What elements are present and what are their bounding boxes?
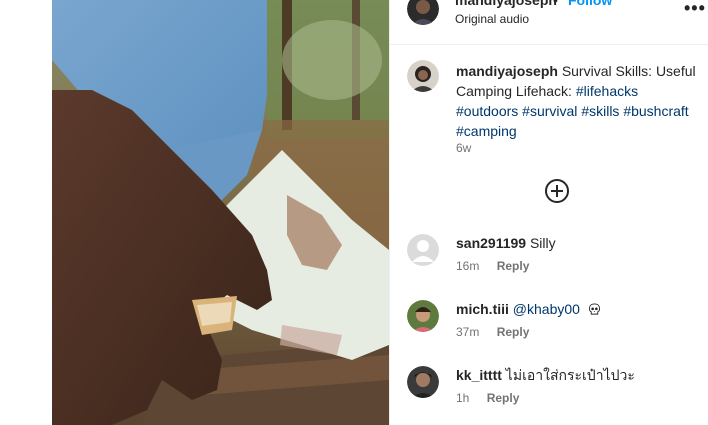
hashtag-link[interactable]: #bushcraft [623, 103, 688, 119]
profile-photo [407, 0, 439, 25]
page-margin [0, 0, 52, 425]
commenter-username[interactable]: san291199 [456, 235, 526, 251]
post-caption: mandiyajoseph Survival Skills: Useful Ca… [456, 61, 696, 141]
comment-body: san291199 Silly [456, 234, 556, 252]
skull-emoji-icon [588, 303, 600, 315]
follow-button[interactable]: Follow [568, 0, 612, 8]
comment-meta: 37m Reply [456, 325, 529, 339]
reply-button[interactable]: Reply [487, 391, 520, 405]
comment-time[interactable]: 37m [456, 325, 479, 339]
profile-photo [407, 366, 439, 398]
hashtag-link[interactable]: #lifehacks [576, 83, 638, 99]
mention-link[interactable]: @khaby00 [513, 301, 580, 317]
caption-timestamp[interactable]: 6w [456, 141, 471, 155]
reel-video[interactable] [52, 0, 389, 425]
hashtag-link[interactable]: #skills [581, 103, 619, 119]
comment-item: san291199 Silly 16m Reply [390, 234, 708, 290]
hashtag-link[interactable]: #camping [456, 123, 517, 139]
more-options-icon[interactable]: ••• [684, 0, 706, 19]
post-side-panel: mandiyajoseph • Follow Original audio ••… [389, 0, 708, 425]
comment-time[interactable]: 1h [456, 391, 469, 405]
commenter-avatar[interactable] [407, 300, 439, 332]
comment-text: ไม่เอาใส่กระเป๋าไปวะ [505, 367, 635, 383]
comment-item: kk_itttt ไม่เอาใส่กระเป๋าไปวะ 1h Reply [390, 366, 708, 422]
reply-button[interactable]: Reply [497, 259, 530, 273]
reply-button[interactable]: Reply [497, 325, 530, 339]
plus-circle-icon[interactable] [545, 179, 569, 203]
comment-body: mich.tiii @khaby00 [456, 300, 601, 318]
commenter-username[interactable]: kk_itttt [456, 367, 502, 383]
profile-photo [407, 60, 439, 92]
comment-body: kk_itttt ไม่เอาใส่กระเป๋าไปวะ [456, 366, 635, 384]
comment-meta: 16m Reply [456, 259, 529, 273]
comment-meta: 1h Reply [456, 391, 519, 405]
comment-text: Silly [529, 235, 556, 251]
comment-time[interactable]: 16m [456, 259, 479, 273]
separator-dot: • [553, 0, 558, 8]
instagram-post-view: mandiyajoseph • Follow Original audio ••… [0, 0, 708, 425]
commenter-avatar[interactable] [407, 234, 439, 266]
profile-photo [407, 300, 439, 332]
caption-author-avatar[interactable] [407, 60, 439, 92]
default-avatar-icon [407, 234, 439, 266]
comment-item: mich.tiii @khaby00 37m Reply [390, 300, 708, 356]
author-username[interactable]: mandiyajoseph [455, 0, 557, 8]
audio-label[interactable]: Original audio [455, 12, 529, 26]
hashtag-link[interactable]: #survival [522, 103, 577, 119]
hashtag-link[interactable]: #outdoors [456, 103, 518, 119]
commenter-username[interactable]: mich.tiii [456, 301, 509, 317]
caption-username[interactable]: mandiyajoseph [456, 63, 558, 79]
video-frame-illustration [52, 0, 389, 425]
commenter-avatar[interactable] [407, 366, 439, 398]
author-avatar[interactable] [407, 0, 439, 25]
post-header: mandiyajoseph • Follow Original audio ••… [390, 0, 708, 45]
